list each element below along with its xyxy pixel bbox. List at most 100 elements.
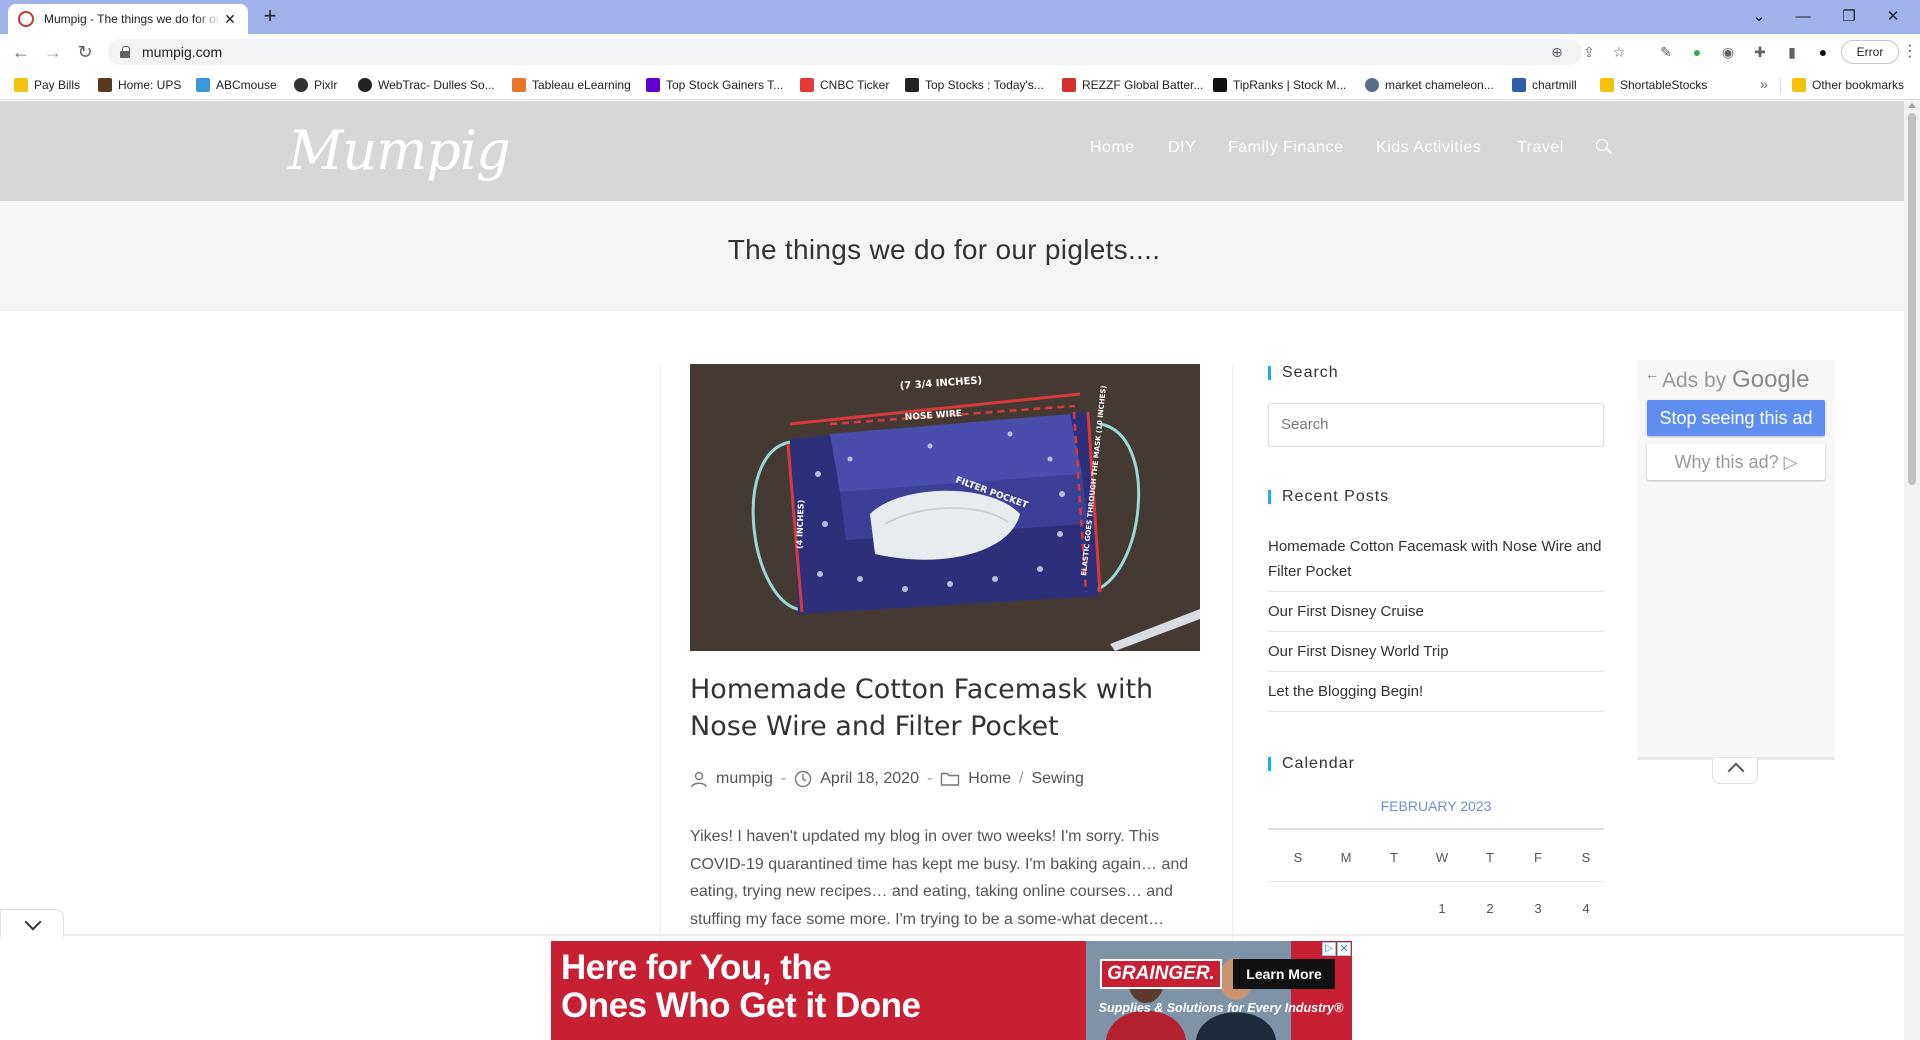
more-bookmarks-chevron-icon[interactable]: » [1760,76,1768,92]
recent-post-link[interactable]: Let the Blogging Begin! [1268,679,1604,712]
bookmark-item[interactable]: Pay Bills [14,76,80,94]
calendar-weekday: M [1340,850,1352,865]
scroll-up-arrow-icon[interactable] [1908,103,1916,108]
bookmark-item[interactable]: Pixlr [294,76,337,94]
bookmark-item[interactable]: WebTrac- Dulles So... [358,76,495,94]
share-icon[interactable]: ⇪ [1578,41,1600,63]
bookmark-item[interactable]: REZZF Global Batter... [1062,76,1203,94]
nav-kids-activities[interactable]: Kids Activities [1376,139,1481,157]
eyedropper-extension-icon[interactable]: ✎ [1656,42,1676,62]
bookmark-item[interactable]: CNBC Ticker [800,76,889,94]
tableau-icon [512,78,526,92]
top-stocks-icon [905,78,919,92]
sticky-ad-toggle-chevron-icon[interactable] [0,909,64,937]
dollar-icon [1062,78,1076,92]
new-tab-button[interactable]: + [258,5,282,29]
search-widget-title: Search [1268,364,1339,382]
page-viewport: Mumpig Home DIY Family Finance Kids Acti… [0,101,1904,1040]
bookmark-item[interactable]: ABCmouse [196,76,277,94]
bookmark-item[interactable]: Home: UPS [98,76,181,94]
calendar-day: 1 [1438,901,1446,916]
content-divider [1232,366,1233,1040]
bookmark-label: REZZF Global Batter... [1082,78,1204,92]
zoom-icon[interactable]: ⊕ [1546,41,1568,63]
bookmark-item[interactable]: Top Stock Gainers T... [646,76,783,94]
post-category-home[interactable]: Home [968,770,1011,788]
post-category-sewing[interactable]: Sewing [1031,770,1083,788]
learn-more-button[interactable]: Learn More [1233,959,1335,989]
post-featured-image[interactable]: (7 3/4 INCHES) NOSE WIRE FILTER POCKET (… [690,364,1200,651]
bookmark-label: TipRanks | Stock M... [1233,78,1347,92]
nav-diy[interactable]: DIY [1168,139,1196,157]
reload-button[interactable]: ↻ [72,40,98,64]
grammarly-extension-icon[interactable]: ● [1687,42,1707,62]
category-separator: / [1018,770,1024,787]
bookmarks-bar: Pay Bills Home: UPS ABCmouse Pixlr WebTr… [0,70,1920,100]
bookmark-label: Top Stocks : Today's... [925,78,1044,92]
bookmark-label: market chameleon... [1385,78,1494,92]
dim-left-label: (4 INCHES) [795,500,806,549]
profile-avatar-icon[interactable]: ● [1813,42,1833,62]
bookmark-label: WebTrac- Dulles So... [378,78,495,92]
address-toolbar: ← → ↻ mumpig.com ⊕ ⇪ ☆ ✎ ● ◉ ✚ ▮ ● Error… [0,34,1920,70]
other-bookmarks[interactable]: Other bookmarks [1792,76,1904,94]
calendar-weekday: F [1534,850,1542,865]
why-this-ad-button[interactable]: Why this ad? ▷ [1647,444,1825,480]
back-arrow-icon[interactable]: ← [1645,366,1659,382]
meta-separator: - [926,770,933,787]
tagline-band: The things we do for our piglets.... [0,201,1904,311]
tipranks-icon [1213,78,1227,92]
scrollbar-thumb[interactable] [1908,113,1916,485]
site-header: Mumpig Home DIY Family Finance Kids Acti… [0,101,1904,201]
search-icon[interactable] [1596,139,1612,155]
bookmark-item[interactable]: ShortableStocks [1600,76,1707,94]
url-text: mumpig.com [142,44,223,60]
calendar-rule [1268,828,1604,830]
address-bar[interactable]: mumpig.com ⊕ ⇪ ☆ [108,39,1625,65]
folder-icon [1600,78,1614,92]
side-panel-icon[interactable]: ▮ [1782,42,1802,62]
restore-button[interactable]: ❐ [1832,4,1866,30]
grainger-logo: GRAINGER. [1100,959,1222,989]
forward-button[interactable]: → [40,40,66,64]
post-author[interactable]: mumpig [716,770,773,788]
close-ad-icon[interactable]: ✕ [1337,942,1351,956]
recent-post-link[interactable]: Our First Disney Cruise [1268,599,1604,632]
profile-error-badge[interactable]: Error [1841,40,1899,64]
collapse-ad-chevron-icon[interactable] [1712,758,1758,784]
bookmark-label: Home: UPS [118,78,182,92]
bookmark-label: ShortableStocks [1620,78,1708,92]
browser-menu-icon[interactable]: ⋮ [1902,40,1918,64]
bookmark-item[interactable]: TipRanks | Stock M... [1213,76,1346,94]
recent-post-link[interactable]: Homemade Cotton Facemask with Nose Wire … [1268,534,1604,592]
bookmark-item[interactable]: Top Stocks : Today's... [905,76,1044,94]
stop-seeing-ad-button[interactable]: Stop seeing this ad [1647,400,1825,436]
browser-tab[interactable]: Mumpig - The things we do for our piglet… [8,4,248,34]
post-title[interactable]: Homemade Cotton Facemask with Nose Wire … [690,671,1200,745]
bookmark-item[interactable]: market chameleon... [1365,76,1494,94]
page-scrollbar[interactable] [1904,101,1920,1040]
bookmark-star-icon[interactable]: ☆ [1608,41,1630,63]
recent-post-link[interactable]: Our First Disney World Trip [1268,639,1604,672]
bookmark-item[interactable]: Tableau eLearning [512,76,631,94]
site-logo[interactable]: Mumpig [288,119,511,182]
banner-subtitle: Supplies & Solutions for Every Industry® [1098,1001,1344,1015]
minimize-button[interactable]: — [1786,4,1820,30]
window-close-button[interactable]: ✕ [1876,4,1910,30]
extensions-puzzle-icon[interactable]: ✚ [1750,42,1770,62]
calendar-weekday: S [1293,850,1303,865]
nav-family-finance[interactable]: Family Finance [1228,139,1343,157]
close-tab-icon[interactable]: ✕ [222,11,238,27]
grainger-banner-ad[interactable]: Here for You, the Ones Who Get it Done G… [551,941,1352,1040]
nav-home[interactable]: Home [1090,139,1135,157]
bookmark-item[interactable]: chartmill [1512,76,1577,94]
screen-capture-extension-icon[interactable]: ◉ [1718,42,1738,62]
folder-icon [14,78,28,92]
search-input[interactable]: Search [1268,403,1604,447]
back-button[interactable]: ← [8,40,34,64]
tab-search-chevron-icon[interactable]: ⌄ [1742,4,1776,30]
tab-title: Mumpig - The things we do for our piglet… [44,12,222,26]
adchoices-icon[interactable]: ▷ [1322,942,1336,956]
ads-by-text: Ads by [1662,369,1727,392]
nav-travel[interactable]: Travel [1517,139,1564,157]
